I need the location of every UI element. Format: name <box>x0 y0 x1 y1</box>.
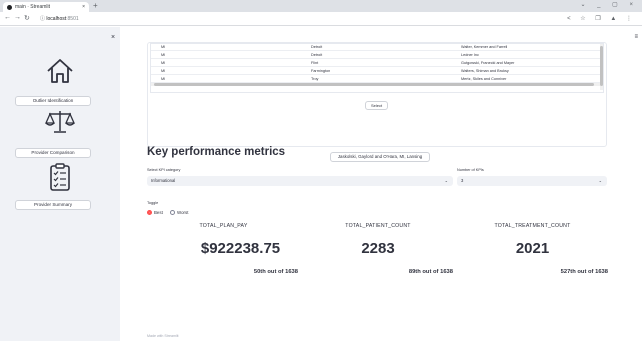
browser-tab-strip: main · Streamlit × + ⌄ _ ▢ × <box>0 0 642 12</box>
table-horizontal-scrollbar[interactable] <box>151 83 603 86</box>
kpi-section-title: Key performance metrics <box>147 146 286 158</box>
kpi-rank: 50th out of 1638 <box>253 269 298 275</box>
tab-title: main · Streamlit <box>15 4 51 10</box>
table-vertical-scrollbar[interactable] <box>600 44 603 90</box>
select-button[interactable]: Select <box>365 101 388 110</box>
radio-selected-icon <box>147 210 152 215</box>
streamlit-favicon-icon <box>7 5 12 10</box>
kpi-rank: 89th out of 1638 <box>408 269 453 275</box>
kpi-name: TOTAL_PATIENT_COUNT <box>345 223 411 229</box>
outlier-identification-button[interactable]: Outlier Identification <box>15 96 91 106</box>
table-row[interactable]: MI Farmington Walters, Shiman and Bruksy <box>151 68 603 75</box>
menu-icon[interactable]: ≡ <box>634 34 638 40</box>
browser-tab[interactable]: main · Streamlit × <box>3 2 89 12</box>
radio-worst[interactable]: Worst <box>170 210 188 215</box>
clipboard-icon <box>50 163 70 191</box>
selected-provider-button[interactable]: Jaskolski, Gaylord and O'Hara, MI, Lansi… <box>330 152 430 162</box>
kpi-category-label: Select KPI category <box>147 168 181 172</box>
main-content: ≡ MI Detroit Walter, Kemmer and Farrell … <box>120 27 642 341</box>
scroll-thumb[interactable] <box>600 46 603 86</box>
kpi-value: 2021 <box>515 240 550 257</box>
chevron-down-icon: ⌄ <box>598 178 602 183</box>
provider-comparison-button[interactable]: Provider Comparison <box>15 148 91 158</box>
scroll-thumb[interactable] <box>154 83 594 86</box>
table-row[interactable]: MI Detroit Ledner Inc <box>151 52 603 59</box>
toolbar-icons[interactable]: < ☆ ❐ ▲ ⋮ <box>567 15 636 22</box>
table-row[interactable]: MI Detroit Walter, Kemmer and Farrell <box>151 44 603 51</box>
kpi-name: TOTAL_PLAN_PAY <box>199 223 248 229</box>
table-row[interactable]: MI Flint Gutgowski, Franecki and Mayer <box>151 60 603 67</box>
toggle-radio-group: Best Worst <box>147 210 188 215</box>
address-bar[interactable]: ⓘ localhost:8501 <box>40 14 79 24</box>
kpi-count-label: Number of KPIs <box>457 168 484 172</box>
radio-best[interactable]: Best <box>147 210 163 215</box>
chevron-down-icon: ⌄ <box>444 178 448 183</box>
sidebar: × Outlier Identification Provider Compar… <box>0 27 120 341</box>
tab-close-icon[interactable]: × <box>82 2 85 12</box>
provider-table[interactable]: MI Detroit Walter, Kemmer and Farrell MI… <box>150 43 604 93</box>
kpi-value: 2283 <box>361 240 395 257</box>
sidebar-close-icon[interactable]: × <box>111 34 115 41</box>
new-tab-button[interactable]: + <box>93 1 98 10</box>
kpi-name: TOTAL_TREATMENT_COUNT <box>494 223 571 229</box>
reload-icon[interactable]: ↻ <box>24 14 30 22</box>
provider-summary-button[interactable]: Provider Summary <box>15 200 91 210</box>
kpi-category-select[interactable]: Informational ⌄ <box>147 176 453 186</box>
browser-toolbar: ← → ↻ ⓘ localhost:8501 < ☆ ❐ ▲ ⋮ <box>0 12 642 26</box>
table-row[interactable]: MI Troy Mertz, Skiles and Conniver <box>151 76 603 83</box>
scales-icon <box>44 111 76 133</box>
kpi-rank: 527th out of 1638 <box>560 269 608 275</box>
radio-unselected-icon <box>170 210 176 215</box>
footer-made-with-streamlit[interactable]: Made with Streamlit <box>147 334 179 338</box>
back-icon[interactable]: ← <box>4 14 11 21</box>
window-controls[interactable]: ⌄ _ ▢ × <box>580 1 638 8</box>
forward-icon[interactable]: → <box>14 14 21 21</box>
toggle-label: Toggle <box>147 201 159 205</box>
home-icon <box>47 59 73 83</box>
kpi-count-select[interactable]: 3 ⌄ <box>457 176 607 186</box>
